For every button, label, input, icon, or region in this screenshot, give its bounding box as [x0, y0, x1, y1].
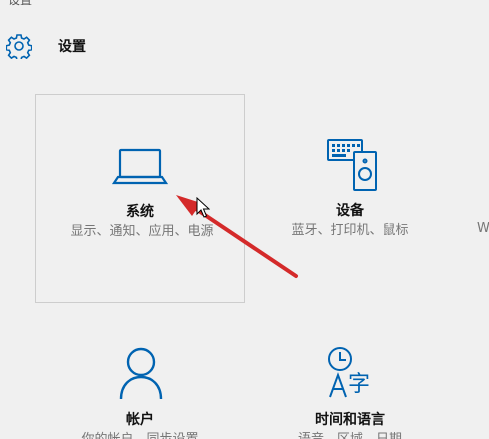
- settings-window: 设置 设置 系统 显示、通知、应用、电源 设备 蓝牙、打印机、鼠标 帐户 字 时…: [0, 0, 489, 439]
- page-title: 设置: [58, 39, 86, 55]
- tile-devices-desc: 蓝牙、打印机、鼠标: [291, 223, 409, 238]
- laptop-icon: [111, 147, 169, 191]
- clock-language-icon: 字: [326, 345, 376, 405]
- settings-header: 设置: [5, 33, 86, 62]
- tile-system[interactable]: 系统 显示、通知、应用、电源: [35, 94, 245, 303]
- window-title: 设置: [8, 0, 33, 7]
- tile-system-desc: 显示、通知、应用、电源: [70, 224, 214, 239]
- tile-accounts-label: 帐户: [126, 412, 154, 428]
- mouse-cursor-icon: [196, 196, 211, 223]
- tile-time-language[interactable]: 字 时间和语言 语音、区域、日期: [266, 345, 434, 439]
- keyboard-speaker-icon: [326, 136, 380, 196]
- gear-icon[interactable]: [5, 33, 33, 62]
- tile-devices-label: 设备: [336, 203, 364, 219]
- tile-accounts[interactable]: 帐户 你的帐户、同步设置: [50, 345, 230, 439]
- tile-system-label: 系统: [126, 204, 154, 220]
- tile-time-language-label: 时间和语言: [315, 412, 385, 428]
- tile-devices[interactable]: 设备 蓝牙、打印机、鼠标: [266, 136, 434, 286]
- svg-text:字: 字: [348, 372, 370, 397]
- person-icon: [118, 345, 164, 405]
- tile-time-language-desc: 语音、区域、日期: [266, 430, 434, 439]
- tile-accounts-desc: 你的帐户、同步设置: [50, 430, 230, 439]
- partial-tile-text[interactable]: W: [477, 221, 489, 236]
